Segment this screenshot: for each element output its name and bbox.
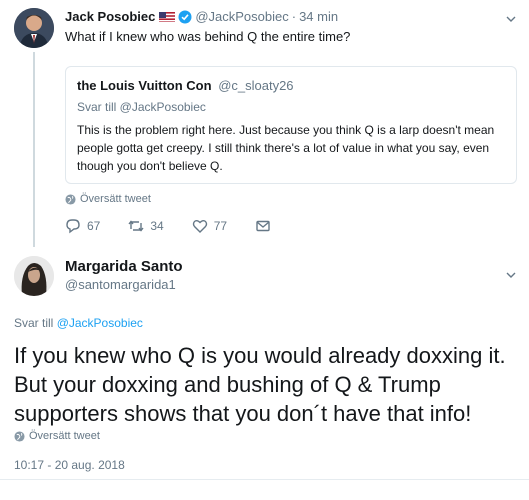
avatar[interactable] xyxy=(14,256,54,296)
author-handle[interactable]: @santomargarida1 xyxy=(65,277,176,292)
quoted-author-name: the Louis Vuitton Con xyxy=(77,78,212,93)
author-name[interactable]: Margarida Santo xyxy=(65,258,183,275)
reply-prefix: Svar till xyxy=(14,316,54,330)
retweet-icon xyxy=(128,220,144,232)
thread-connector-line xyxy=(33,52,35,247)
avatar[interactable] xyxy=(14,8,54,48)
tweet-text: What if I knew who was behind Q the enti… xyxy=(65,29,351,44)
author-name[interactable]: Jack Posobiec xyxy=(65,9,155,24)
like-button[interactable]: 77 xyxy=(192,218,227,234)
direct-message-button[interactable] xyxy=(255,218,277,234)
quoted-tweet-header: the Louis Vuitton Con @c_sloaty26 xyxy=(77,78,294,93)
quoted-reply-to: Svar till @JackPosobiec xyxy=(77,100,206,114)
retweet-count: 34 xyxy=(150,219,164,233)
verified-badge-icon xyxy=(178,10,192,24)
tweet-text: If you knew who Q is you would already d… xyxy=(14,343,506,426)
globe-icon xyxy=(14,430,25,442)
envelope-icon xyxy=(256,220,270,232)
like-count: 77 xyxy=(213,219,228,233)
reply-to-line: Svar till @JackPosobiec xyxy=(14,316,143,330)
chevron-down-icon[interactable] xyxy=(505,12,517,24)
chevron-down-icon[interactable] xyxy=(505,268,517,280)
reply-to-handle-link[interactable]: @JackPosobiec xyxy=(57,316,143,330)
reply-count: 67 xyxy=(87,219,101,233)
tweet-actions: 67 34 77 xyxy=(65,218,305,234)
translate-tweet-link[interactable]: Översätt tweet xyxy=(65,193,151,205)
quoted-author-handle: @c_sloaty26 xyxy=(218,78,294,93)
reply-icon xyxy=(66,219,80,234)
us-flag-icon xyxy=(159,11,176,22)
translate-label: Översätt tweet xyxy=(80,193,151,205)
tweet-header: Jack Posobiec @JackPosobiec · 34 min xyxy=(65,9,338,24)
translate-tweet-link[interactable]: Översätt tweet xyxy=(14,430,100,442)
quoted-tweet[interactable]: the Louis Vuitton Con @c_sloaty26 Svar t… xyxy=(65,66,517,184)
translate-label: Översätt tweet xyxy=(29,430,100,442)
reply-button[interactable]: 67 xyxy=(65,218,100,234)
author-handle[interactable]: @JackPosobiec xyxy=(195,9,288,24)
divider xyxy=(0,479,529,480)
retweet-button[interactable]: 34 xyxy=(128,218,164,234)
tweet-time[interactable]: 34 min xyxy=(299,9,338,24)
quoted-tweet-text: This is the problem right here. Just bec… xyxy=(77,123,495,173)
heart-icon xyxy=(192,220,207,233)
globe-icon xyxy=(65,193,76,205)
separator-dot: · xyxy=(291,9,297,24)
tweet-timestamp[interactable]: 10:17 - 20 aug. 2018 xyxy=(14,458,125,472)
